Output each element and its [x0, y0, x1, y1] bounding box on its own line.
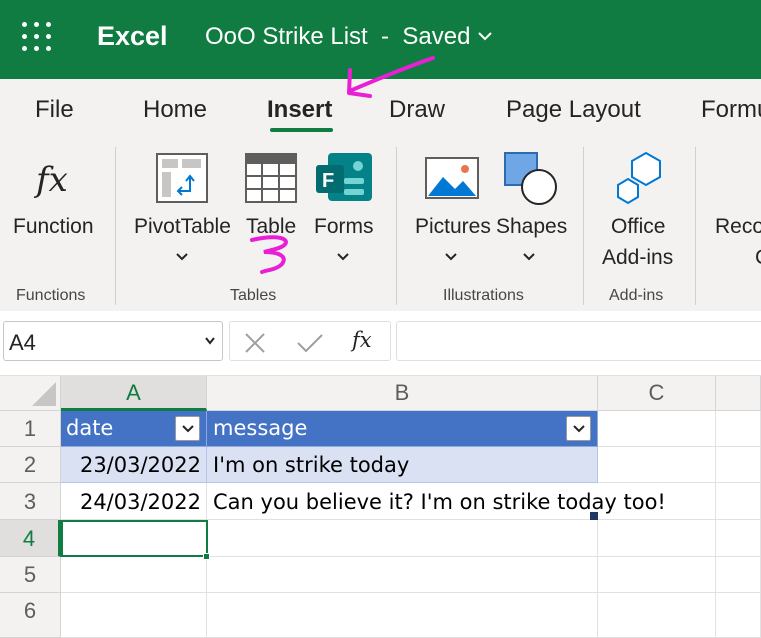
arrow-annotation — [350, 56, 435, 92]
annotation-overlay — [250, 56, 435, 274]
scribble-annotation — [250, 235, 289, 274]
